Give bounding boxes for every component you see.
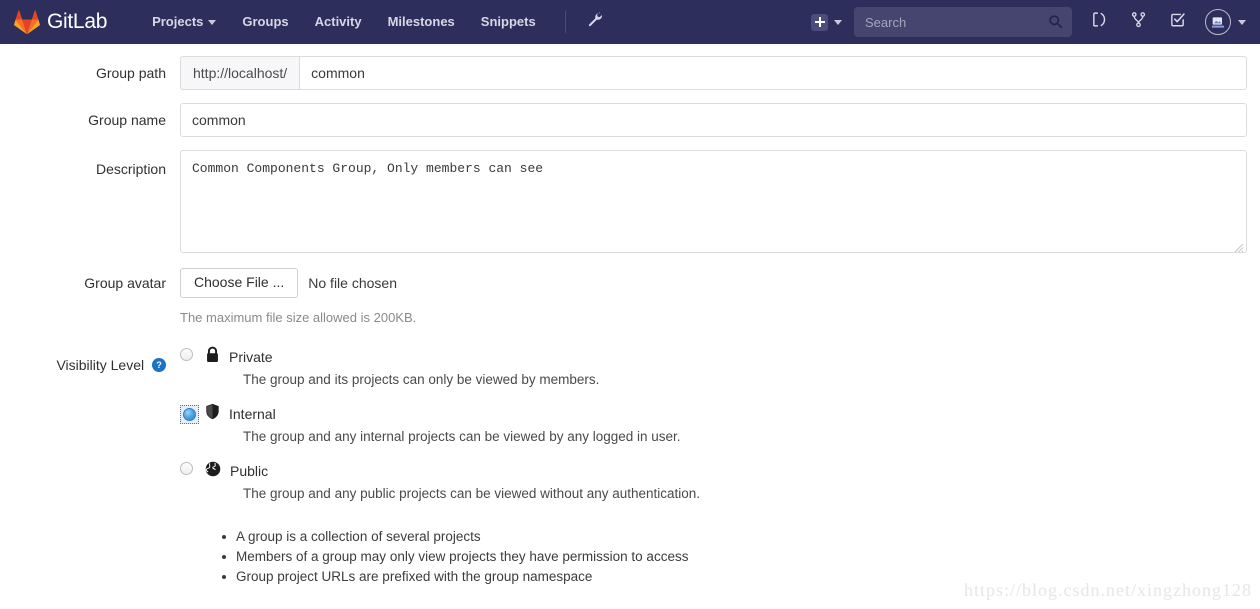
search-input[interactable] (854, 7, 1072, 37)
svg-text:?: ? (156, 360, 162, 370)
form-row-group-path: Group path http://localhost/ (0, 56, 1260, 90)
visibility-head-public: Public (205, 460, 1247, 482)
wrench-icon (586, 11, 603, 33)
visibility-head-private: Private (205, 346, 1247, 368)
group-settings-form: Group path http://localhost/ Group name … (0, 44, 1260, 587)
group-path-prefix: http://localhost/ (180, 56, 300, 90)
visibility-options-col: Private The group and its projects can o… (180, 346, 1260, 587)
group-avatar-control: Choose File ... No file chosen The maxim… (180, 266, 1260, 325)
merge-requests-button[interactable] (1119, 0, 1158, 44)
chevron-down-icon (834, 19, 842, 25)
radio-internal[interactable] (183, 408, 196, 421)
lock-icon (205, 346, 220, 368)
form-row-visibility-level: Visibility Level ? Private The group and… (0, 346, 1260, 587)
visibility-head-internal: Internal (205, 403, 1247, 425)
plus-icon (811, 13, 828, 31)
new-item-dropdown-button[interactable] (801, 0, 852, 44)
group-name-input[interactable] (180, 103, 1247, 137)
visibility-desc-private: The group and its projects can only be v… (243, 372, 600, 387)
group-name-control (180, 103, 1260, 137)
visibility-radio-cell-internal (180, 403, 202, 424)
help-circle-icon[interactable]: ? (152, 352, 166, 382)
visibility-option-public[interactable]: Public The group and any public projects… (180, 460, 1247, 501)
visibility-desc-public: The group and any public projects can be… (243, 486, 701, 501)
visibility-body-public: Public The group and any public projects… (202, 460, 1247, 501)
visibility-radio-cell-public (180, 460, 202, 475)
visibility-title-public: Public (230, 463, 269, 479)
issues-button[interactable] (1080, 0, 1119, 44)
visibility-body-internal: Internal The group and any internal proj… (202, 403, 1247, 444)
group-avatar-label: Group avatar (84, 275, 166, 291)
visibility-option-internal[interactable]: Internal The group and any internal proj… (180, 403, 1247, 444)
todos-icon (1169, 11, 1186, 33)
description-textarea[interactable] (180, 150, 1247, 253)
user-menu-button[interactable] (1197, 0, 1252, 44)
nav-link-milestones[interactable]: Milestones (375, 0, 468, 44)
description-textarea-wrap (180, 150, 1247, 253)
avatar (1205, 9, 1231, 35)
group-path-label: Group path (95, 65, 166, 81)
navbar-divider (564, 11, 566, 33)
form-row-group-avatar: Group avatar Choose File ... No file cho… (0, 266, 1260, 325)
description-control (180, 150, 1260, 253)
group-path-control: http://localhost/ (180, 56, 1260, 90)
search-box (854, 7, 1072, 37)
chevron-down-icon (1238, 19, 1246, 25)
todos-button[interactable] (1158, 0, 1197, 44)
top-navbar: GitLab Projects Groups Activity Mileston… (0, 0, 1260, 44)
visibility-level-label: Visibility Level ? (0, 346, 180, 382)
avatar-size-help-text: The maximum file size allowed is 200KB. (180, 310, 417, 325)
gitlab-brand-link[interactable]: GitLab (0, 0, 117, 44)
group-path-input-group: http://localhost/ (180, 56, 1247, 90)
list-item: A group is a collection of several proje… (221, 527, 1247, 547)
file-chosen-status: No file chosen (308, 275, 397, 291)
visibility-body-private: Private The group and its projects can o… (202, 346, 1247, 387)
chevron-down-icon (208, 19, 217, 25)
choose-file-button[interactable]: Choose File ... (180, 268, 299, 298)
gitlab-brand-text: GitLab (47, 10, 108, 33)
visibility-level-label-text: Visibility Level (56, 357, 145, 373)
radio-public[interactable] (180, 462, 193, 475)
list-item: Members of a group may only view project… (221, 547, 1247, 567)
form-row-group-name: Group name (0, 103, 1260, 137)
shield-icon (205, 403, 220, 425)
navbar-links: Projects Groups Activity Milestones Snip… (139, 0, 613, 44)
nav-link-projects[interactable]: Projects (139, 0, 229, 44)
group-path-input[interactable] (299, 56, 1247, 90)
issues-icon (1091, 11, 1108, 33)
visibility-radio-cell-private (180, 346, 202, 361)
group-name-label: Group name (88, 112, 166, 128)
nav-link-snippets[interactable]: Snippets (468, 0, 549, 44)
navbar-right-section (801, 0, 1260, 44)
nav-link-groups[interactable]: Groups (229, 0, 301, 44)
radio-internal-focus-ring (180, 405, 199, 424)
globe-icon (205, 461, 221, 482)
radio-private[interactable] (180, 348, 193, 361)
visibility-option-private[interactable]: Private The group and its projects can o… (180, 346, 1247, 387)
nav-link-projects-label: Projects (152, 14, 204, 29)
admin-area-button[interactable] (576, 0, 613, 44)
list-item: Group project URLs are prefixed with the… (221, 567, 1247, 587)
navbar-left-section: GitLab Projects Groups Activity Mileston… (0, 0, 613, 44)
nav-link-activity[interactable]: Activity (302, 0, 375, 44)
merge-requests-icon (1130, 11, 1147, 33)
file-picker-row: Choose File ... No file chosen (180, 266, 1247, 300)
visibility-title-private: Private (229, 349, 273, 365)
visibility-title-internal: Internal (229, 406, 276, 422)
description-label: Description (95, 161, 166, 177)
gitlab-fox-logo-icon (14, 9, 40, 35)
visibility-desc-internal: The group and any internal projects can … (243, 429, 681, 444)
form-row-description: Description (0, 150, 1260, 253)
group-notes-list: A group is a collection of several proje… (221, 527, 1247, 587)
